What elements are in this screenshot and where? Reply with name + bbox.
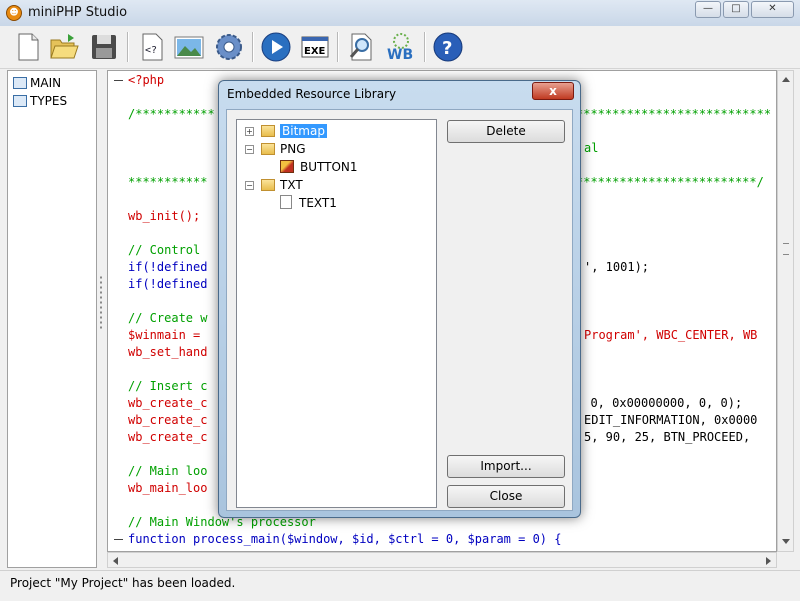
image-resource-icon[interactable]: [173, 31, 205, 63]
tree-node-label: PNG: [280, 142, 306, 156]
tree-node-button1[interactable]: BUTTON1: [280, 158, 358, 176]
resource-library-dialog: Embedded Resource Library x + Bitmap − P…: [218, 80, 581, 518]
tree-item-label: MAIN: [30, 76, 62, 90]
toolbar: <? EXE WB ?: [0, 26, 800, 69]
svg-text:EXE: EXE: [304, 46, 326, 57]
code-line-right: al: [584, 141, 599, 155]
code-line: wb_create_c: [128, 396, 208, 410]
svg-text:WB: WB: [387, 47, 413, 63]
code-line-right: ***************************: [576, 107, 772, 121]
expand-icon[interactable]: +: [245, 127, 254, 136]
code-line: // Main loo: [128, 464, 208, 478]
tree-item-main[interactable]: MAIN: [13, 74, 61, 92]
new-file-icon[interactable]: [12, 31, 44, 63]
tree-node-label: Bitmap: [280, 124, 327, 138]
code-line: wb_set_hand: [128, 345, 208, 359]
scroll-down-icon[interactable]: [782, 539, 790, 544]
scroll-up-icon[interactable]: [782, 77, 790, 82]
close-button[interactable]: ✕: [751, 1, 794, 18]
run-play-icon[interactable]: [260, 31, 292, 63]
scroll-right-icon[interactable]: [766, 557, 771, 565]
code-line-right: *************************/: [576, 175, 764, 189]
svg-text:?: ?: [442, 38, 452, 59]
resource-tree[interactable]: + Bitmap − PNG BUTTON1 − TXT TEXT1: [236, 119, 437, 508]
tree-item-types[interactable]: TYPES: [13, 92, 67, 110]
status-text: Project "My Project" has been loaded.: [10, 576, 236, 590]
folder-icon: [261, 179, 275, 191]
exe-build-icon[interactable]: EXE: [299, 31, 331, 63]
code-line: function process_main($window, $id, $ctr…: [128, 532, 562, 546]
folder-icon: [261, 143, 275, 155]
fold-marker-icon[interactable]: [114, 539, 123, 540]
window-controls: — □ ✕: [693, 1, 794, 18]
folder-icon: [261, 125, 275, 137]
toolbar-separator: [424, 32, 426, 62]
status-bar: Project "My Project" has been loaded.: [0, 570, 800, 601]
delete-button[interactable]: Delete: [447, 120, 565, 143]
dialog-title: Embedded Resource Library: [227, 87, 397, 101]
toolbar-separator: [252, 32, 254, 62]
tree-item-label: TYPES: [30, 94, 68, 108]
settings-gear-icon[interactable]: [213, 31, 245, 63]
code-line: $winmain =: [128, 328, 201, 342]
tree-node-label: TEXT1: [299, 196, 337, 210]
tree-node-bitmap[interactable]: Bitmap: [261, 122, 327, 140]
tree-node-text1[interactable]: TEXT1: [280, 194, 337, 212]
code-line: wb_create_c: [128, 430, 208, 444]
code-line-right: , 0, 0x00000000, 0, 0);: [576, 396, 743, 410]
code-line: /***********: [128, 107, 215, 121]
collapse-icon[interactable]: −: [245, 145, 254, 154]
dialog-close-button[interactable]: x: [532, 82, 574, 100]
code-line: // Insert c: [128, 379, 208, 393]
code-line: wb_main_loo: [128, 481, 208, 495]
minimize-button[interactable]: —: [695, 1, 721, 18]
code-line: <?php: [128, 73, 165, 87]
tree-node-txt[interactable]: TXT: [261, 176, 303, 194]
horizontal-scrollbar[interactable]: [107, 552, 777, 568]
toolbar-separator: [337, 32, 339, 62]
code-line: ***********: [128, 175, 208, 189]
svg-text:<?: <?: [145, 45, 157, 56]
code-module-icon: [13, 95, 27, 107]
tree-node-png[interactable]: PNG: [261, 140, 306, 158]
dialog-body: + Bitmap − PNG BUTTON1 − TXT TEXT1 Delet…: [226, 109, 573, 511]
text-file-icon: [280, 195, 292, 209]
image-file-icon: [280, 160, 294, 173]
collapse-icon[interactable]: −: [245, 181, 254, 190]
code-line: wb_init();: [128, 209, 201, 223]
import-button[interactable]: Import...: [447, 455, 565, 478]
close-dialog-button[interactable]: Close: [447, 485, 565, 508]
tree-node-label: BUTTON1: [300, 160, 358, 174]
code-line: if(!defined: [128, 260, 208, 274]
save-icon[interactable]: [88, 31, 120, 63]
app-logo-icon: ☻: [6, 5, 22, 21]
code-line-right: ', 1001);: [584, 260, 650, 274]
code-line: wb_create_c: [128, 413, 208, 427]
maximize-button[interactable]: □: [723, 1, 749, 18]
help-question-icon[interactable]: ?: [432, 31, 464, 63]
window-title: miniPHP Studio: [28, 5, 128, 20]
code-line-right: 5, 90, 25, BTN_PROCEED,: [584, 430, 751, 444]
code-line: // Control: [128, 243, 201, 257]
splitter-handle[interactable]: [99, 275, 103, 330]
code-line-right: EDIT_INFORMATION, 0x0000: [584, 413, 758, 427]
vertical-scrollbar[interactable]: [777, 70, 794, 552]
help-code-icon[interactable]: <?: [136, 31, 168, 63]
code-line: // Create w: [128, 311, 208, 325]
title-bar: ☻ miniPHP Studio — □ ✕: [0, 0, 800, 26]
toolbar-separator: [127, 32, 129, 62]
winbinder-icon[interactable]: WB: [385, 31, 417, 63]
code-module-icon: [13, 77, 27, 89]
code-line-right: Program', WBC_CENTER, WB: [584, 328, 758, 342]
find-magnifier-icon[interactable]: [345, 31, 377, 63]
open-folder-icon[interactable]: [48, 31, 80, 63]
project-tree: MAIN TYPES: [7, 70, 97, 568]
scroll-thumb-grip-icon[interactable]: [783, 243, 789, 255]
code-line: if(!defined: [128, 277, 208, 291]
scroll-left-icon[interactable]: [113, 557, 118, 565]
fold-marker-icon[interactable]: [114, 80, 123, 81]
tree-node-label: TXT: [280, 178, 303, 192]
